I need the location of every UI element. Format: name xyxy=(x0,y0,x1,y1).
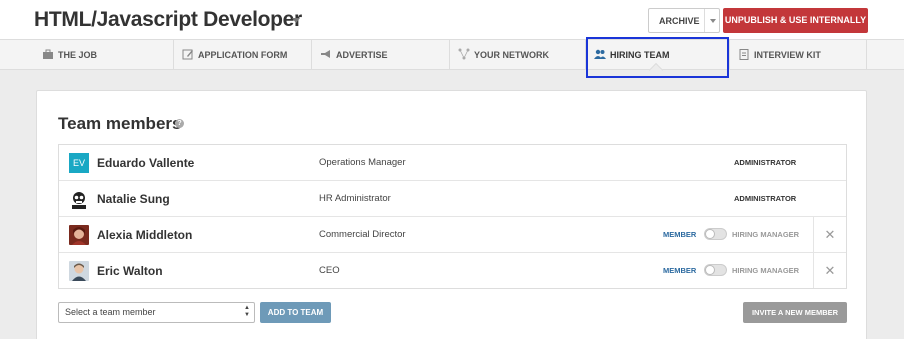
job-title[interactable]: HTML/Javascript Developer xyxy=(34,8,302,32)
tab-advertise[interactable]: ADVERTISE xyxy=(312,40,450,70)
role-member-label[interactable]: MEMBER xyxy=(663,230,696,239)
network-icon xyxy=(458,48,470,60)
member-role: ADMINISTRATOR xyxy=(734,158,797,167)
unpublish-button[interactable]: UNPUBLISH & USE INTERNALLY xyxy=(723,8,868,33)
tab-the-job[interactable]: THE JOB xyxy=(34,40,174,70)
tab-bar: THE JOB APPLICATION FORM ADVERTISE YOUR … xyxy=(0,40,904,70)
avatar xyxy=(69,225,89,245)
toggle-knob xyxy=(705,229,715,239)
clipboard-icon xyxy=(738,48,750,60)
member-list: EV Eduardo Vallente Operations Manager A… xyxy=(58,144,847,289)
avatar xyxy=(69,261,89,281)
avatar: EV xyxy=(69,153,89,173)
tab-interview-kit[interactable]: INTERVIEW KIT xyxy=(729,40,867,70)
team-member-select[interactable]: Select a team member ▲ ▼ xyxy=(58,302,255,323)
close-icon[interactable]: ✕ xyxy=(813,253,846,288)
role-member-label[interactable]: MEMBER xyxy=(663,266,696,275)
member-job-title: CEO xyxy=(319,265,340,276)
highlight-box xyxy=(586,37,729,78)
member-role: ADMINISTRATOR xyxy=(734,194,797,203)
member-name: Eric Walton xyxy=(97,264,163,278)
toggle-knob xyxy=(705,265,715,275)
member-row: Eric Walton CEO MEMBER HIRING MANAGER ✕ xyxy=(59,253,846,289)
tab-label: INTERVIEW KIT xyxy=(754,50,821,60)
avatar xyxy=(69,189,89,209)
archive-button[interactable]: ARCHIVE xyxy=(648,8,720,33)
archive-label: ARCHIVE xyxy=(659,16,700,26)
role-toggle[interactable] xyxy=(704,228,727,240)
chevron-down-icon[interactable] xyxy=(292,18,300,23)
archive-dropdown-icon[interactable] xyxy=(710,19,716,23)
help-icon[interactable]: ? xyxy=(175,119,184,128)
member-name: Natalie Sung xyxy=(97,192,170,206)
tab-your-network[interactable]: YOUR NETWORK xyxy=(450,40,586,70)
select-arrows-icon: ▲ ▼ xyxy=(244,305,250,318)
tab-application-form[interactable]: APPLICATION FORM xyxy=(174,40,312,70)
select-placeholder: Select a team member xyxy=(65,307,156,317)
role-toggle[interactable] xyxy=(704,264,727,276)
invite-member-button[interactable]: INVITE A NEW MEMBER xyxy=(743,302,847,323)
close-icon[interactable]: ✕ xyxy=(813,217,846,252)
member-job-title: Commercial Director xyxy=(319,229,406,240)
tab-label: APPLICATION FORM xyxy=(198,50,288,60)
megaphone-icon xyxy=(320,48,332,60)
member-name: Eduardo Vallente xyxy=(97,156,195,170)
add-to-team-button[interactable]: ADD TO TEAM xyxy=(260,302,331,323)
member-job-title: HR Administrator xyxy=(319,193,391,204)
briefcase-icon xyxy=(42,48,54,60)
top-bar: HTML/Javascript Developer ARCHIVE UNPUBL… xyxy=(0,0,904,40)
member-name: Alexia Middleton xyxy=(97,228,193,242)
tab-label: ADVERTISE xyxy=(336,50,388,60)
role-hiring-manager-label[interactable]: HIRING MANAGER xyxy=(732,266,799,275)
tab-label: THE JOB xyxy=(58,50,98,60)
tab-label: YOUR NETWORK xyxy=(474,50,549,60)
edit-form-icon xyxy=(182,48,194,60)
section-title: Team members xyxy=(58,114,182,133)
member-row: EV Eduardo Vallente Operations Manager A… xyxy=(59,145,846,181)
member-row: Alexia Middleton Commercial Director MEM… xyxy=(59,217,846,253)
member-row: Natalie Sung HR Administrator ADMINISTRA… xyxy=(59,181,846,217)
member-job-title: Operations Manager xyxy=(319,157,406,168)
archive-divider xyxy=(704,9,705,32)
team-members-card: Team members ? EV Eduardo Vallente Opera… xyxy=(36,90,867,339)
role-hiring-manager-label[interactable]: HIRING MANAGER xyxy=(732,230,799,239)
